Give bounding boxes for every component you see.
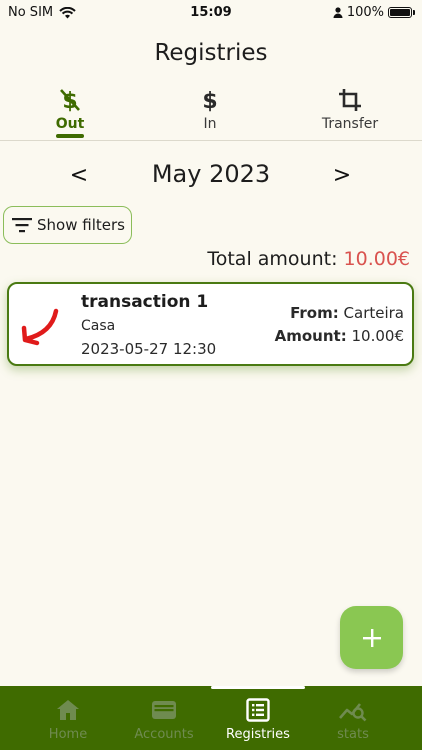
transaction-from-label: From: [290, 304, 339, 322]
transaction-datetime: 2023-05-27 12:30 [81, 340, 217, 358]
nav-accounts-label: Accounts [134, 727, 194, 742]
page-title: Registries [154, 40, 268, 66]
nav-registries[interactable]: Registries [208, 686, 308, 750]
transaction-amount-value: 10.00€ [351, 327, 405, 345]
battery-percent: 100% [346, 5, 384, 20]
registry-type-tabs: $ Out $ In Transfer [0, 86, 422, 141]
stats-icon [303, 686, 403, 726]
status-bar: No SIM 15:09 100% [0, 0, 422, 26]
dollar-icon: $ [170, 86, 250, 114]
list-icon [208, 686, 308, 726]
nav-registries-label: Registries [226, 727, 290, 742]
tab-transfer[interactable]: Transfer [305, 86, 395, 141]
tab-transfer-label: Transfer [321, 116, 379, 132]
transaction-name: transaction 1 [81, 292, 209, 312]
person-icon [333, 7, 343, 18]
month-navigator: < May 2023 > [0, 153, 422, 199]
bottom-navigation: Home Accounts Registries stats [0, 686, 422, 750]
total-amount-row: Total amount: 10.00€ [207, 248, 410, 270]
crop-icon [305, 86, 395, 114]
tab-out-label: Out [55, 116, 85, 132]
svg-text:$: $ [202, 89, 217, 113]
transaction-amount: Amount: 10.00€ [275, 327, 404, 345]
nav-home-label: Home [48, 727, 88, 742]
tab-in-label: In [203, 116, 217, 132]
total-amount-label: Total amount: [207, 248, 338, 270]
transaction-card[interactable]: transaction 1 Casa 2023-05-27 12:30 From… [7, 282, 414, 366]
filter-icon [12, 218, 32, 233]
transaction-account: Casa [81, 318, 116, 334]
active-tab-indicator [56, 134, 84, 138]
active-nav-indicator [211, 686, 305, 689]
outgoing-arrow-icon [21, 308, 59, 346]
add-registry-button[interactable] [340, 606, 403, 669]
tab-out[interactable]: $ Out [30, 86, 110, 141]
home-icon [18, 686, 118, 726]
status-right: 100% [333, 5, 415, 20]
battery-icon [388, 7, 415, 18]
wallet-icon [114, 686, 214, 726]
plus-icon [362, 628, 381, 647]
nav-stats[interactable]: stats [303, 686, 403, 750]
transaction-from-value: Carteira [343, 304, 404, 322]
total-amount-value: 10.00€ [343, 248, 410, 270]
transaction-amount-label: Amount: [274, 327, 347, 345]
nav-home[interactable]: Home [18, 686, 118, 750]
transaction-from: From: Carteira [290, 304, 404, 322]
dollar-off-icon: $ [30, 86, 110, 114]
show-filters-label: Show filters [37, 216, 125, 234]
show-filters-button[interactable]: Show filters [3, 206, 132, 244]
next-month-button[interactable]: > [323, 157, 361, 195]
nav-stats-label: stats [337, 727, 369, 742]
tab-in[interactable]: $ In [170, 86, 250, 141]
nav-accounts[interactable]: Accounts [114, 686, 214, 750]
